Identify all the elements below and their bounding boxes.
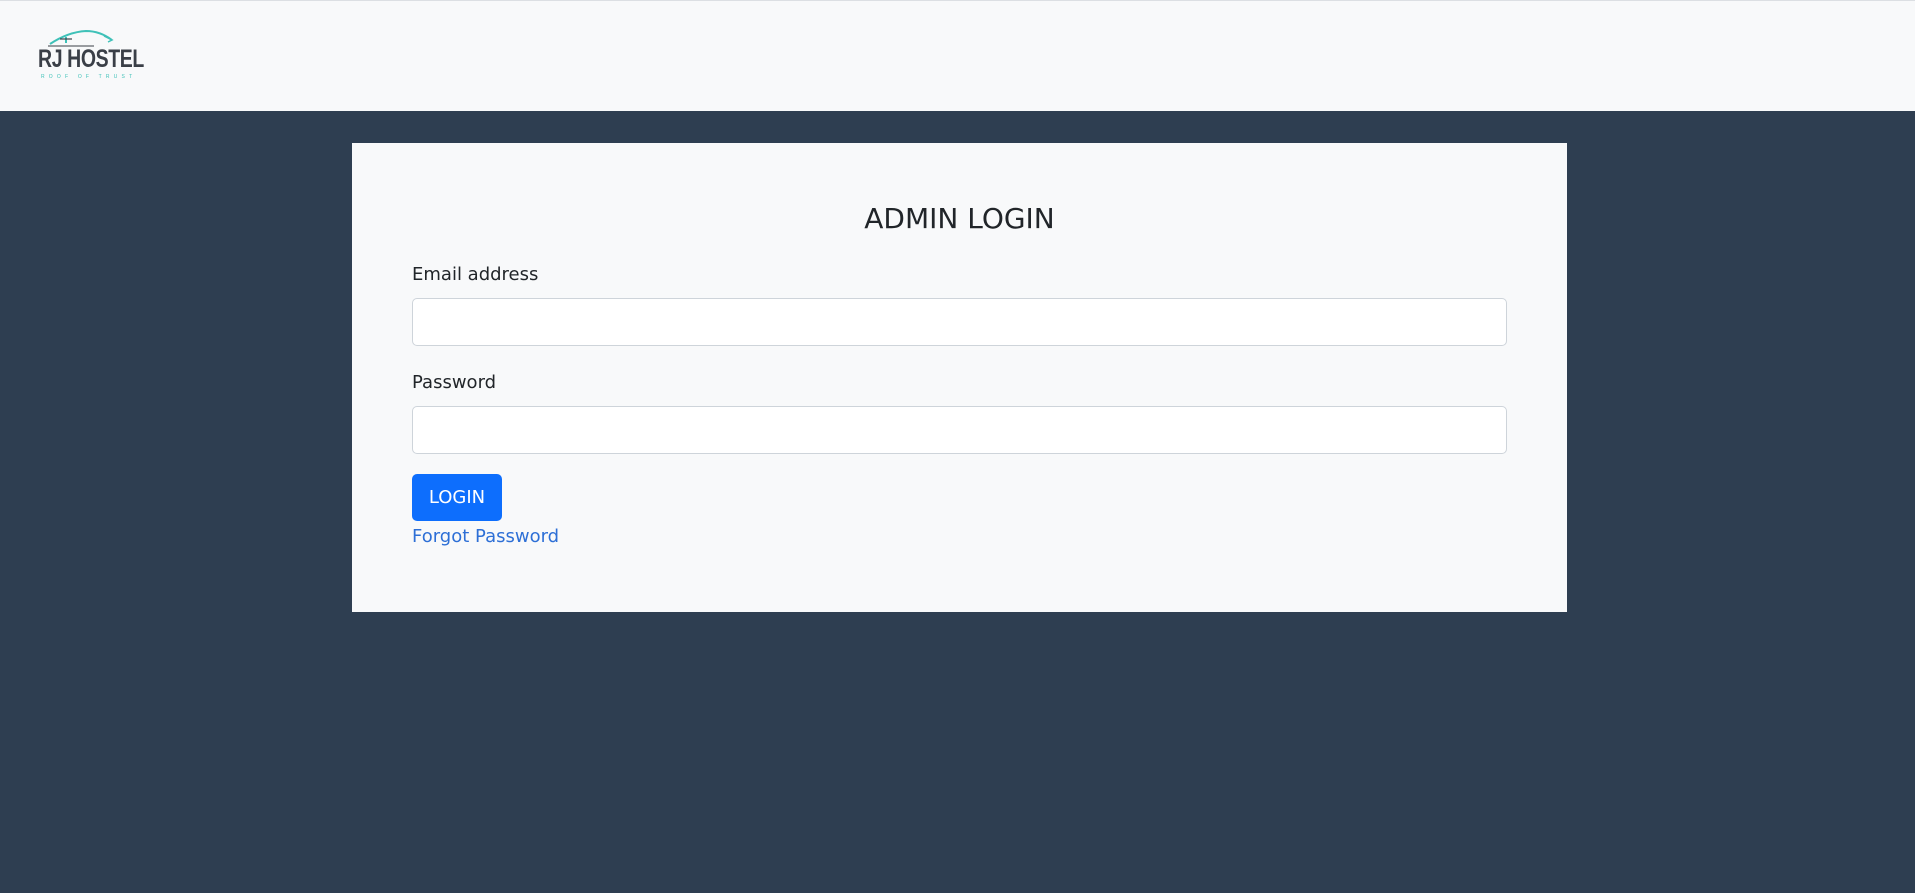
brand-name: RJ HOSTEL: [38, 45, 144, 73]
login-card: ADMIN LOGIN Email address Password LOGIN…: [352, 143, 1567, 612]
brand-logo[interactable]: RJ HOSTEL ROOF OF TRUST: [38, 28, 144, 84]
top-navbar: RJ HOSTEL ROOF OF TRUST: [0, 0, 1915, 111]
forgot-password-link[interactable]: Forgot Password: [412, 526, 559, 548]
login-button[interactable]: LOGIN: [412, 474, 502, 521]
brand-tagline: ROOF OF TRUST: [41, 74, 137, 80]
email-field[interactable]: [412, 298, 1507, 346]
email-label: Email address: [412, 264, 539, 285]
password-field[interactable]: [412, 406, 1507, 454]
password-label: Password: [412, 372, 497, 393]
page-title: ADMIN LOGIN: [864, 202, 1055, 235]
